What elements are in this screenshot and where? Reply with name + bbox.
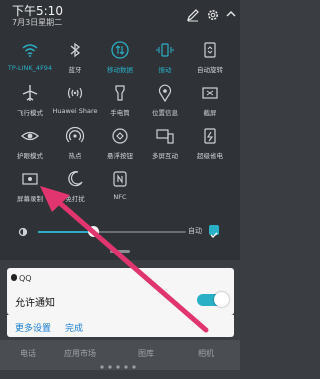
dock-item[interactable]: 相机: [198, 348, 214, 359]
toggle-knob: [214, 292, 229, 307]
location-icon: [158, 84, 172, 103]
wifi-icon: [22, 44, 38, 57]
qq-app-icon: [11, 274, 17, 281]
tile-auto-rotate[interactable]: 自动旋转: [180, 40, 240, 74]
dock-item[interactable]: 图库: [138, 348, 154, 359]
vibrate-icon: [156, 43, 174, 57]
bluetooth-icon: [70, 42, 81, 58]
more-settings-button[interactable]: 更多设置: [15, 321, 51, 334]
collapse-chevron-icon[interactable]: [224, 8, 238, 22]
status-date: 7月3日星期二: [12, 18, 63, 27]
brightness-slider-knob[interactable]: [88, 226, 99, 237]
floating-button-icon: [112, 128, 128, 144]
tile-power-saving[interactable]: 超级省电: [180, 126, 240, 160]
auto-rotate-icon: [204, 42, 216, 58]
tile-label: NFC: [113, 193, 127, 201]
screen-record-icon: [22, 173, 38, 185]
nfc-icon: [113, 171, 127, 187]
hotspot-icon: [65, 126, 85, 143]
brightness-row: 自动: [0, 222, 240, 242]
power-saving-icon: [204, 128, 216, 144]
do-not-disturb-icon: [68, 171, 83, 187]
mobile-data-icon: [111, 41, 129, 59]
drag-handle[interactable]: [110, 250, 130, 253]
settings-icon[interactable]: [206, 8, 220, 22]
edit-icon[interactable]: [186, 8, 200, 22]
multi-screen-icon: [156, 129, 174, 144]
auto-brightness-checkbox[interactable]: [209, 225, 219, 238]
notification-card: QQ 允许通知: [7, 268, 234, 315]
tile-nfc[interactable]: NFC: [90, 169, 150, 201]
dock-item[interactable]: 应用市场: [64, 348, 96, 359]
auto-brightness-label: 自动: [188, 227, 202, 235]
huawei-share-icon: [67, 87, 83, 99]
page-indicator: [100, 365, 136, 369]
airplane-icon: [22, 85, 38, 101]
brightness-fill: [38, 231, 93, 233]
tile-label: 自动旋转: [197, 66, 223, 74]
check-icon: [210, 232, 218, 238]
notification-actions: 更多设置 完成: [7, 315, 234, 337]
screenshot-icon: [202, 87, 218, 99]
notification-title: 允许通知: [15, 298, 55, 309]
tile-label: 截屏: [203, 109, 217, 117]
flashlight-icon: [115, 85, 125, 101]
eye-comfort-icon: [21, 131, 39, 141]
tile-screenshot[interactable]: 截屏: [180, 83, 240, 117]
brightness-icon: [18, 227, 28, 237]
tile-label: 超级省电: [197, 152, 223, 160]
dock-item[interactable]: 电话: [20, 348, 36, 359]
notification-app-name: QQ: [19, 274, 32, 283]
done-button[interactable]: 完成: [65, 321, 83, 334]
